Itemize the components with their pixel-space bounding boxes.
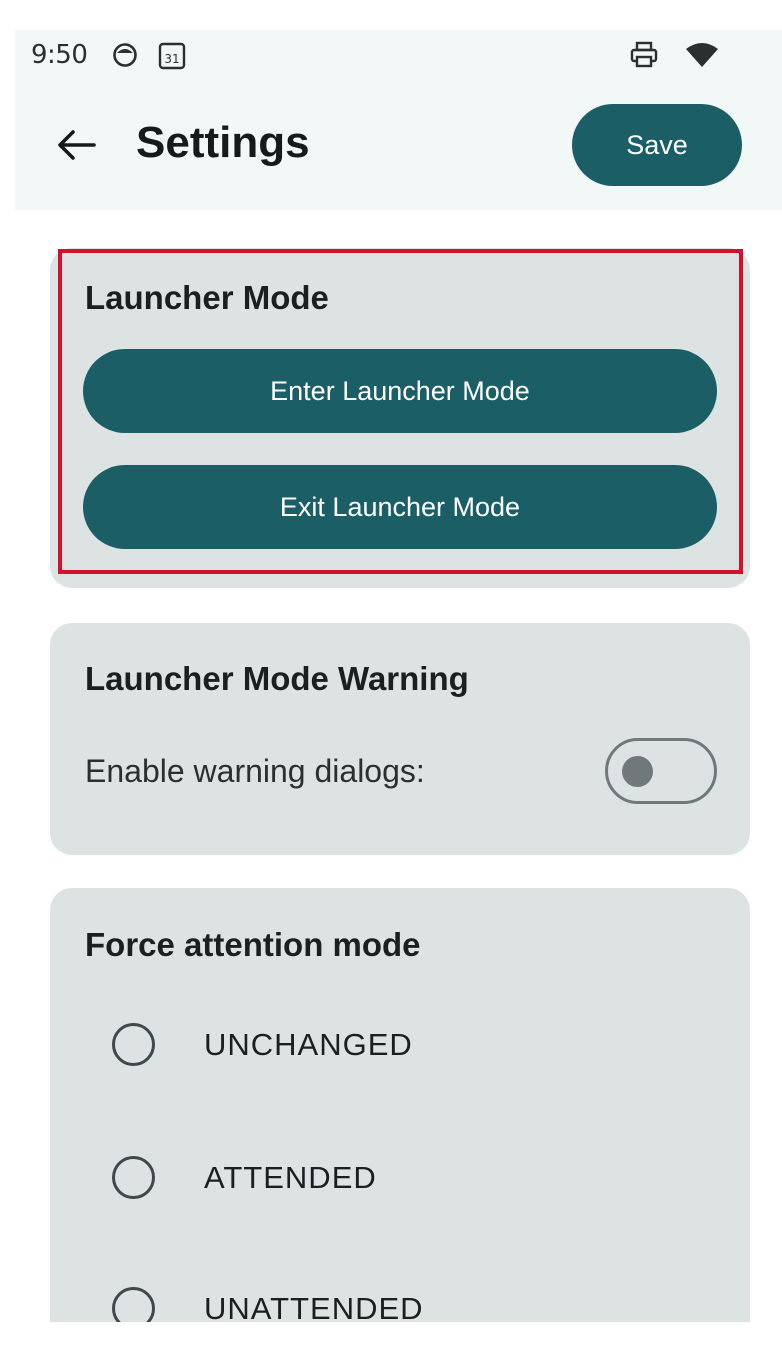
enter-launcher-mode-button[interactable]: Enter Launcher Mode — [83, 349, 717, 433]
calendar-day: 31 — [164, 52, 179, 66]
exit-launcher-mode-button[interactable]: Exit Launcher Mode — [83, 465, 717, 549]
radio-option-unattended[interactable]: UNATTENDED — [112, 1287, 424, 1322]
launcher-mode-title: Launcher Mode — [85, 279, 329, 316]
radio-option-unchanged[interactable]: UNCHANGED — [112, 1023, 413, 1066]
launcher-warning-title: Launcher Mode Warning — [85, 660, 469, 697]
page-title: Settings — [136, 118, 310, 167]
radio-button-icon[interactable] — [112, 1156, 155, 1199]
calendar-icon: 31 — [158, 40, 186, 75]
toggle-thumb — [622, 756, 653, 787]
print-icon — [629, 40, 659, 75]
radio-label: UNCHANGED — [204, 1026, 413, 1062]
launcher-warning-card: Launcher Mode Warning Enable warning dia… — [50, 623, 750, 855]
radio-button-icon[interactable] — [112, 1023, 155, 1066]
save-button[interactable]: Save — [572, 104, 742, 186]
warning-dialogs-toggle[interactable] — [605, 738, 717, 804]
status-bar: 9:50 31 — [15, 30, 782, 80]
device-screen: 9:50 31 Settings Save Launcher Mode Ente… — [15, 30, 782, 1322]
radio-label: UNATTENDED — [204, 1290, 424, 1323]
arrow-back-icon — [58, 130, 96, 160]
radio-button-icon[interactable] — [112, 1287, 155, 1322]
radio-option-attended[interactable]: ATTENDED — [112, 1156, 377, 1199]
radio-label: ATTENDED — [204, 1159, 377, 1195]
wifi-icon — [685, 41, 719, 74]
launcher-mode-card: Launcher Mode Enter Launcher Mode Exit L… — [50, 248, 750, 588]
app-bar: Settings Save — [15, 80, 782, 210]
warning-toggle-label: Enable warning dialogs: — [85, 753, 425, 789]
force-attention-title: Force attention mode — [85, 926, 421, 963]
notification-face-icon — [112, 42, 138, 73]
back-button[interactable] — [51, 120, 101, 170]
status-time: 9:50 — [31, 40, 88, 70]
force-attention-card: Force attention mode UNCHANGED ATTENDED … — [50, 888, 750, 1322]
